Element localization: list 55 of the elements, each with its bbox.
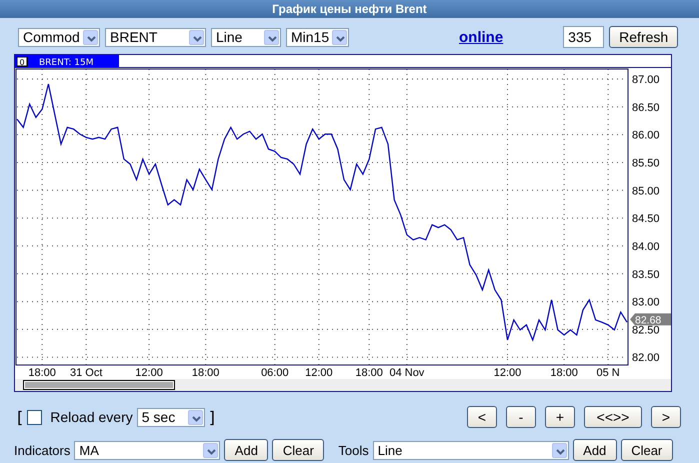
clear-button[interactable]: Clear xyxy=(272,439,324,461)
clear-button[interactable]: Clear xyxy=(620,439,673,461)
scrollbar-thumb[interactable] xyxy=(23,380,175,390)
x-axis-label: 18:00 xyxy=(28,367,56,379)
nav-button[interactable]: + xyxy=(545,406,575,428)
dropdown[interactable]: BRENT xyxy=(105,28,206,46)
x-axis-label: 04 Nov xyxy=(389,367,424,379)
tools-label: Tools xyxy=(338,442,369,458)
y-axis-label: 82.00 xyxy=(632,352,660,364)
dropdown[interactable]: MA xyxy=(74,440,220,460)
bracket: ] xyxy=(208,408,215,426)
y-axis-label: 86.00 xyxy=(632,130,660,142)
dropdown[interactable]: Commod xyxy=(18,28,100,46)
x-axis-label: 18:00 xyxy=(550,367,578,379)
dropdown[interactable]: Line xyxy=(372,440,569,460)
x-axis-label: 06:00 xyxy=(261,367,289,379)
y-axis-label: 84.50 xyxy=(632,213,660,226)
y-axis-label: 85.00 xyxy=(632,185,660,198)
count-field[interactable]: 335 xyxy=(563,26,604,48)
dropdown[interactable]: Line xyxy=(211,28,281,46)
indicators-label: Indicators xyxy=(14,442,70,458)
tab-label: BRENT: 15M xyxy=(39,58,94,68)
y-axis-label: 83.50 xyxy=(632,268,660,281)
nav-button[interactable]: < xyxy=(467,406,497,428)
y-axis-label: 82.50 xyxy=(632,324,660,336)
chart-tab[interactable] xyxy=(15,55,119,68)
x-axis-label: 05 N xyxy=(596,367,620,379)
x-axis-label: 18:00 xyxy=(192,367,220,379)
nav-button[interactable]: > xyxy=(651,406,681,428)
y-axis-label: 83.00 xyxy=(632,296,660,309)
x-axis-label: 12:00 xyxy=(494,367,522,379)
y-axis-label: 87.00 xyxy=(632,74,660,86)
y-axis-label: 84.00 xyxy=(632,240,660,253)
x-axis-label: 18:00 xyxy=(355,367,383,379)
reload-label: Reload every xyxy=(50,409,133,425)
y-axis-label: 86.50 xyxy=(632,102,660,114)
tab-badge xyxy=(16,56,28,66)
y-axis-label: 85.50 xyxy=(632,157,660,170)
dropdown[interactable]: Min15 xyxy=(286,28,349,46)
bracket: [ xyxy=(17,408,24,426)
dropdown[interactable]: 5 sec xyxy=(136,408,205,426)
x-axis-label: 12:00 xyxy=(135,367,163,379)
badge-number: 0 xyxy=(19,58,25,67)
x-axis-label: 31 Oct xyxy=(70,367,102,379)
x-axis-label: 12:00 xyxy=(305,367,333,379)
nav-button[interactable]: - xyxy=(506,406,536,428)
online-link[interactable]: online xyxy=(459,28,504,46)
window-title: График цены нефти Brent xyxy=(0,0,699,18)
scrollbar[interactable] xyxy=(15,379,671,391)
reload-checkbox[interactable] xyxy=(27,410,42,424)
add-button[interactable]: Add xyxy=(224,439,268,461)
nav-button[interactable]: <<>> xyxy=(584,406,642,428)
add-button[interactable]: Add xyxy=(572,439,617,461)
price-tag: 82.68 xyxy=(630,313,671,326)
refresh-button[interactable]: Refresh xyxy=(609,26,678,48)
